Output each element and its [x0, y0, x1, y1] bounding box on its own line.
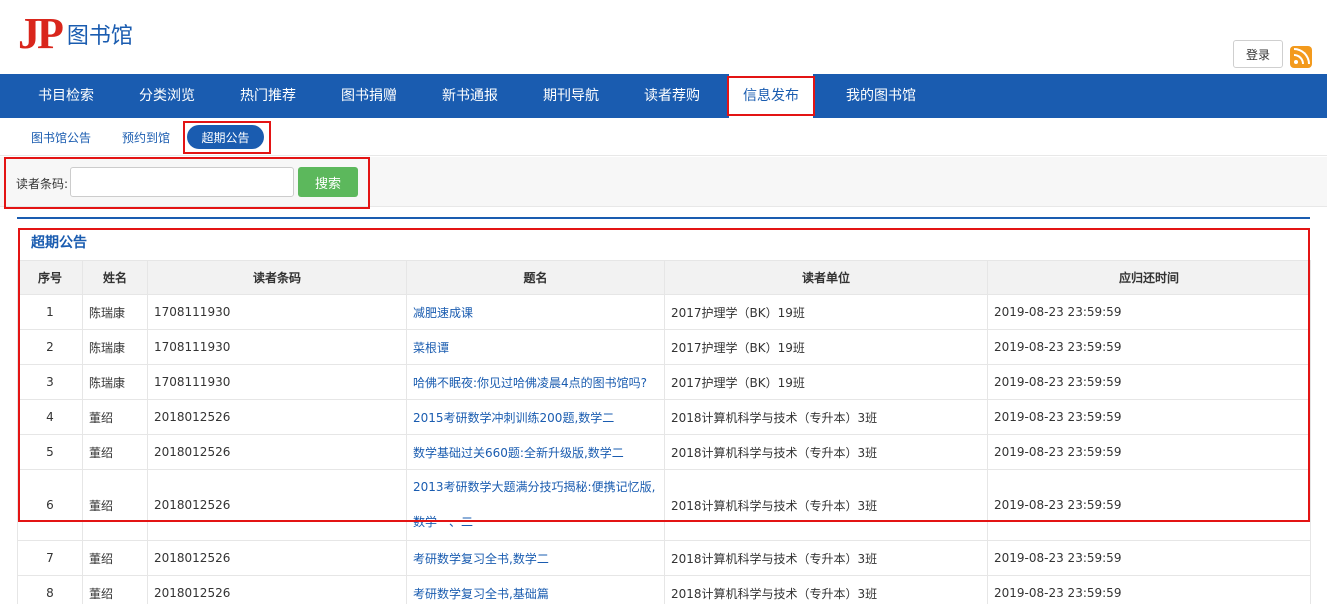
book-title-link[interactable]: 减肥速成课: [413, 306, 473, 320]
logo-text: 图书馆: [66, 24, 133, 49]
table-header-row: 序号 姓名 读者条码 题名 读者单位 应归还时间: [17, 260, 1311, 295]
table-row: 7 董绍 2018012526 考研数学复习全书,数学二 2018计算机科学与技…: [17, 540, 1311, 576]
nav-item-my-library[interactable]: 我的图书馆: [846, 74, 916, 118]
book-title-link[interactable]: 菜根谭: [413, 341, 449, 355]
book-title-link[interactable]: 考研数学复习全书,基础篇: [413, 587, 549, 601]
cell-unit: 2017护理学（BK）19班: [664, 294, 988, 330]
cell-barcode: 2018012526: [147, 469, 407, 541]
cell-name: 董绍: [82, 575, 148, 604]
cell-name: 陈瑞康: [82, 329, 148, 365]
cell-barcode: 2018012526: [147, 540, 407, 576]
book-title-link[interactable]: 2015考研数学冲刺训练200题,数学二: [413, 411, 614, 425]
cell-index: 5: [17, 434, 83, 470]
table-row: 5 董绍 2018012526 数学基础过关660题:全新升级版,数学二 201…: [17, 434, 1311, 470]
cell-name: 董绍: [82, 399, 148, 435]
header: JP 图书馆: [0, 0, 1327, 74]
cell-unit: 2018计算机科学与技术（专升本）3班: [664, 575, 988, 604]
cell-unit: 2017护理学（BK）19班: [664, 329, 988, 365]
cell-unit: 2018计算机科学与技术（专升本）3班: [664, 469, 988, 541]
cell-index: 4: [17, 399, 83, 435]
table-row: 6 董绍 2018012526 2013考研数学大题满分技巧揭秘:便携记忆版,数…: [17, 469, 1311, 541]
cell-due-time: 2019-08-23 23:59:59: [987, 399, 1311, 435]
rss-dot: [1294, 60, 1298, 64]
column-header-name: 姓名: [82, 260, 148, 295]
subnav-item-library-notice[interactable]: 图书馆公告: [31, 129, 91, 146]
column-header-barcode: 读者条码: [147, 260, 407, 295]
section-title: 超期公告: [31, 235, 87, 251]
book-title-link[interactable]: 数学基础过关660题:全新升级版,数学二: [413, 446, 624, 460]
cell-name: 陈瑞康: [82, 294, 148, 330]
table-row: 3 陈瑞康 1708111930 哈佛不眠夜:你见过哈佛凌晨4点的图书馆吗? 2…: [17, 364, 1311, 400]
cell-barcode: 1708111930: [147, 329, 407, 365]
cell-due-time: 2019-08-23 23:59:59: [987, 364, 1311, 400]
cell-index: 8: [17, 575, 83, 604]
table-row: 8 董绍 2018012526 考研数学复习全书,基础篇 2018计算机科学与技…: [17, 575, 1311, 604]
nav-item-book-donation[interactable]: 图书捐赠: [341, 74, 397, 118]
cell-due-time: 2019-08-23 23:59:59: [987, 575, 1311, 604]
book-title-link[interactable]: 2013考研数学大题满分技巧揭秘:便携记忆版,数学一、二: [413, 480, 655, 529]
logo-mark: JP: [18, 9, 64, 58]
subnav-item-reservation-arrival[interactable]: 预约到馆: [122, 129, 170, 146]
rss-icon[interactable]: [1290, 46, 1312, 68]
cell-due-time: 2019-08-23 23:59:59: [987, 434, 1311, 470]
nav-highlight-box: [727, 76, 815, 116]
nav-item-category-browse[interactable]: 分类浏览: [139, 74, 195, 118]
cell-barcode: 2018012526: [147, 434, 407, 470]
book-title-link[interactable]: 考研数学复习全书,数学二: [413, 552, 549, 566]
overdue-table: 序号 姓名 读者条码 题名 读者单位 应归还时间 1 陈瑞康 170811193…: [17, 260, 1311, 604]
login-button[interactable]: 登录: [1233, 40, 1283, 68]
cell-unit: 2018计算机科学与技术（专升本）3班: [664, 434, 988, 470]
table-row: 2 陈瑞康 1708111930 菜根谭 2017护理学（BK）19班 2019…: [17, 329, 1311, 365]
cell-unit: 2018计算机科学与技术（专升本）3班: [664, 399, 988, 435]
cell-barcode: 2018012526: [147, 575, 407, 604]
table-row: 4 董绍 2018012526 2015考研数学冲刺训练200题,数学二 201…: [17, 399, 1311, 435]
section-divider: [17, 217, 1310, 219]
cell-name: 陈瑞康: [82, 364, 148, 400]
cell-index: 2: [17, 329, 83, 365]
book-title-link[interactable]: 哈佛不眠夜:你见过哈佛凌晨4点的图书馆吗?: [413, 376, 647, 390]
cell-due-time: 2019-08-23 23:59:59: [987, 540, 1311, 576]
cell-name: 董绍: [82, 469, 148, 541]
cell-index: 3: [17, 364, 83, 400]
cell-barcode: 2018012526: [147, 399, 407, 435]
nav-item-reader-recommend[interactable]: 读者荐购: [644, 74, 700, 118]
cell-unit: 2017护理学（BK）19班: [664, 364, 988, 400]
cell-index: 6: [17, 469, 83, 541]
cell-barcode: 1708111930: [147, 364, 407, 400]
table-row: 1 陈瑞康 1708111930 减肥速成课 2017护理学（BK）19班 20…: [17, 294, 1311, 330]
column-header-unit: 读者单位: [664, 260, 988, 295]
cell-index: 1: [17, 294, 83, 330]
library-logo[interactable]: JP 图书馆: [18, 9, 133, 58]
cell-name: 董绍: [82, 434, 148, 470]
cell-unit: 2018计算机科学与技术（专升本）3班: [664, 540, 988, 576]
cell-due-time: 2019-08-23 23:59:59: [987, 469, 1311, 541]
nav-item-journal-nav[interactable]: 期刊导航: [543, 74, 599, 118]
search-highlight-box: [4, 157, 370, 209]
cell-index: 7: [17, 540, 83, 576]
nav-item-hot-recommend[interactable]: 热门推荐: [240, 74, 296, 118]
main-nav: 书目检索 分类浏览 热门推荐 图书捐赠 新书通报 期刊导航 读者荐购 信息发布 …: [0, 74, 1327, 118]
cell-due-time: 2019-08-23 23:59:59: [987, 329, 1311, 365]
cell-name: 董绍: [82, 540, 148, 576]
column-header-due-time: 应归还时间: [987, 260, 1311, 295]
cell-due-time: 2019-08-23 23:59:59: [987, 294, 1311, 330]
nav-item-catalog-search[interactable]: 书目检索: [38, 74, 94, 118]
column-header-title: 题名: [406, 260, 665, 295]
column-header-index: 序号: [17, 260, 83, 295]
cell-barcode: 1708111930: [147, 294, 407, 330]
nav-item-new-books[interactable]: 新书通报: [442, 74, 498, 118]
subnav-highlight-box: [183, 121, 271, 154]
